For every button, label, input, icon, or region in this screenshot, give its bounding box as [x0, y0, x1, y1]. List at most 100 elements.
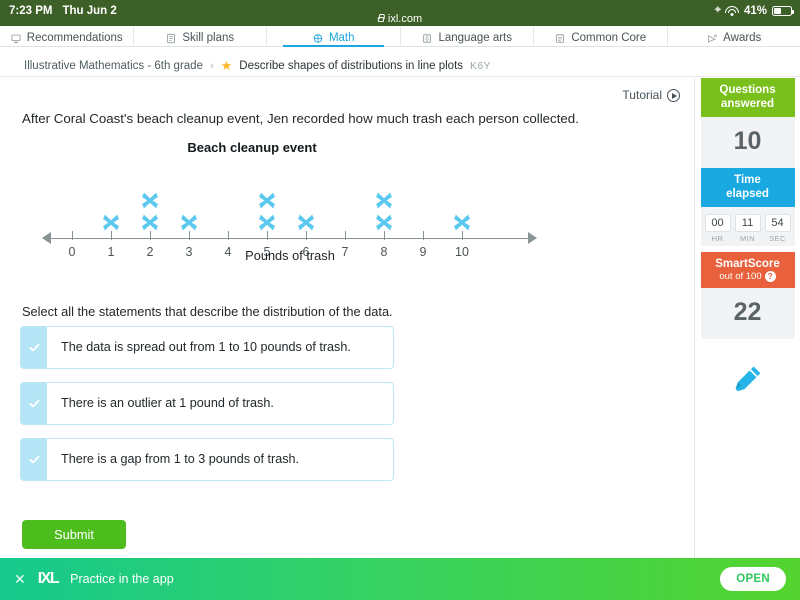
checkbox[interactable]	[21, 439, 47, 480]
pencil-icon[interactable]	[730, 362, 766, 398]
question-mark-icon[interactable]: ?	[764, 271, 776, 283]
status-bar-date: Thu Jun 2	[62, 5, 117, 17]
location-arrow-icon: ⌖	[714, 4, 721, 16]
tab-awards[interactable]: Awards	[668, 26, 800, 46]
app-promo-text: Practice in the app	[70, 572, 174, 586]
answer-choices: The data is spread out from 1 to 10 poun…	[20, 326, 394, 494]
timer-seconds-label: SEC	[769, 233, 786, 243]
timer-hours-label: HR	[711, 233, 724, 243]
tutorial-label: Tutorial	[622, 88, 662, 102]
ixl-logo: IXL	[37, 570, 60, 587]
check-icon	[29, 343, 39, 352]
progress-sidebar: Questions answered 10 Time elapsed 00 HR…	[694, 78, 800, 558]
x-axis-tick	[345, 231, 347, 240]
data-point-x-marker	[103, 214, 119, 231]
lock-icon	[377, 14, 385, 22]
status-bar-time: 7:23 PM	[9, 5, 53, 17]
smartscore-panel: SmartScore out of 100 ? 22	[700, 251, 795, 339]
data-point-x-marker	[259, 192, 275, 209]
data-point-x-marker	[142, 192, 158, 209]
submit-button[interactable]: Submit	[22, 520, 126, 549]
time-elapsed-header: Time elapsed	[700, 167, 795, 207]
data-point-x-marker	[454, 214, 470, 231]
recommendations-icon	[11, 34, 21, 44]
x-axis-tick	[228, 231, 230, 240]
tab-label: Math	[328, 32, 355, 44]
address-bar[interactable]: ixl.com	[377, 13, 423, 25]
skill-code: K6Y	[470, 59, 491, 72]
tab-language-arts[interactable]: Language arts	[401, 26, 534, 46]
line-plot-chart: Beach cleanup event 0 1 2 3 4 5 6 7 8 9 10 Pounds …	[22, 140, 562, 280]
star-icon[interactable]: ★	[221, 58, 233, 74]
timer-hours-value: 00	[704, 213, 731, 232]
questions-answered-panel: Questions answered 10	[700, 78, 795, 168]
breadcrumb-skill: Describe shapes of distributions in line…	[239, 59, 464, 72]
questions-answered-title-2: answered	[720, 98, 775, 111]
open-app-button[interactable]: OPEN	[720, 567, 786, 591]
data-point-x-marker	[181, 214, 197, 231]
data-point-x-marker	[376, 192, 392, 209]
question-text: After Coral Coast's beach cleanup event,…	[22, 111, 579, 126]
x-axis-tick	[423, 231, 425, 240]
smartscore-value: 22	[700, 287, 795, 339]
answer-choice-label: The data is spread out from 1 to 10 poun…	[61, 340, 351, 354]
screen: 7:23 PM Thu Jun 2 ⌖ 41% ixl.com Recommen…	[0, 0, 800, 600]
tab-skill-plans[interactable]: Skill plans	[134, 26, 267, 46]
math-icon	[313, 34, 323, 43]
axis-arrow-right-icon	[528, 232, 537, 244]
answer-choice[interactable]: There is a gap from 1 to 3 pounds of tra…	[20, 438, 394, 481]
tab-label: Skill plans	[182, 32, 235, 44]
close-icon[interactable]: ✕	[14, 571, 26, 588]
axis-arrow-left-icon	[42, 232, 51, 244]
timer-minutes-label: MIN	[740, 233, 755, 243]
chart-title: Beach cleanup event	[187, 140, 317, 155]
data-point-x-marker	[142, 214, 158, 231]
tab-math[interactable]: Math	[267, 26, 401, 47]
questions-answered-header: Questions answered	[700, 78, 795, 117]
timer-seconds-value: 54	[764, 213, 791, 232]
timer-display: 00 HR 11 MIN 54 SEC	[700, 206, 795, 246]
check-icon	[29, 399, 39, 408]
timer-minutes-value: 11	[734, 213, 761, 232]
timer-minutes: 11 MIN	[734, 213, 761, 243]
x-axis-tick	[72, 231, 74, 240]
tutorial-link[interactable]: Tutorial	[622, 88, 680, 102]
answer-choice-label: There is an outlier at 1 pound of trash.	[61, 396, 274, 410]
awards-icon	[708, 34, 717, 43]
data-point-x-marker	[298, 214, 314, 231]
answer-choice[interactable]: There is an outlier at 1 pound of trash.	[20, 382, 394, 425]
instruction-text: Select all the statements that describe …	[22, 304, 393, 319]
app-promo-banner: ✕ IXL Practice in the app OPEN	[0, 558, 800, 600]
questions-answered-value: 10	[700, 116, 795, 168]
status-bar-left: 7:23 PM Thu Jun 2	[9, 5, 117, 17]
data-point-x-marker	[259, 214, 275, 231]
smartscore-title: SmartScore	[715, 257, 780, 270]
wifi-icon	[724, 5, 739, 16]
tab-common-core[interactable]: Common Core	[534, 26, 668, 46]
tab-recommendations[interactable]: Recommendations	[0, 26, 134, 46]
smartscore-subtitle: out of 100	[719, 270, 762, 282]
skill-plans-icon	[167, 33, 176, 44]
check-icon	[29, 455, 39, 464]
data-point-x-marker	[376, 214, 392, 231]
x-axis-label: Pounds of trash	[245, 248, 335, 263]
smartscore-header: SmartScore out of 100 ?	[700, 251, 795, 288]
language-arts-icon	[423, 34, 432, 43]
main-navigation: Recommendations Skill plans Math Languag…	[0, 26, 800, 47]
common-core-icon	[556, 34, 565, 43]
time-elapsed-title-2: elapsed	[726, 188, 769, 201]
address-bar-url: ixl.com	[387, 13, 423, 25]
smartscore-subtitle-row: out of 100 ?	[703, 271, 793, 283]
tab-label: Awards	[723, 32, 762, 44]
breadcrumb: Illustrative Mathematics - 6th grade › ★…	[0, 55, 800, 77]
x-axis-line	[50, 238, 530, 240]
status-bar-right: ⌖ 41%	[714, 4, 794, 17]
checkbox[interactable]	[21, 383, 47, 424]
time-elapsed-panel: Time elapsed 00 HR 11 MIN 54 SEC	[700, 167, 795, 246]
timer-seconds: 54 SEC	[764, 213, 791, 243]
chevron-right-icon: ›	[209, 59, 214, 72]
checkbox[interactable]	[21, 327, 47, 368]
answer-choice-label: There is a gap from 1 to 3 pounds of tra…	[61, 452, 300, 466]
answer-choice[interactable]: The data is spread out from 1 to 10 poun…	[20, 326, 394, 369]
breadcrumb-course[interactable]: Illustrative Mathematics - 6th grade	[24, 60, 203, 72]
